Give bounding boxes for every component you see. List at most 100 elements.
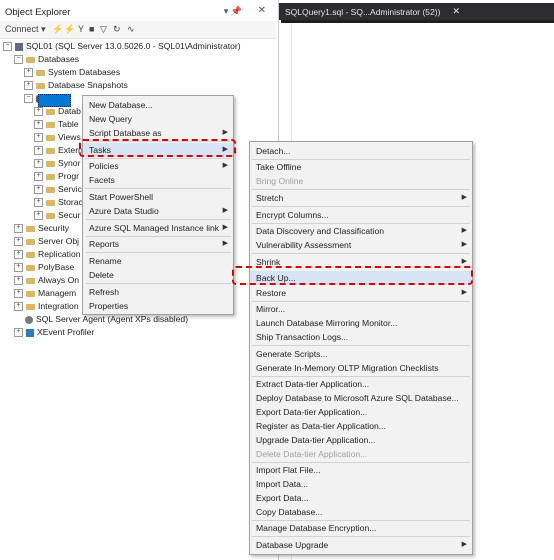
document-tabbar: SQLQuery1.sql - SQ...Administrator (52))… (279, 3, 554, 20)
expand-icon[interactable]: + (14, 276, 23, 286)
menu-item-detach[interactable]: Detach... (250, 144, 472, 158)
tab-sqlquery1[interactable]: SQLQuery1.sql - SQ...Administrator (52))… (281, 3, 463, 20)
menu-item-take-offline[interactable]: Take Offline (250, 160, 472, 174)
menu-separator (252, 536, 470, 537)
menu-separator (85, 252, 231, 253)
menu-item-register-data-tier[interactable]: Register as Data-tier Application... (250, 419, 472, 433)
tree-node-polybase[interactable]: + PolyBase (14, 261, 74, 274)
menu-item-launch-mirroring-monitor[interactable]: Launch Database Mirroring Monitor... (250, 316, 472, 330)
menu-item-rename[interactable]: Rename (83, 254, 233, 268)
tree-node-databases[interactable]: − Databases (14, 53, 79, 66)
expand-icon[interactable]: + (34, 172, 43, 182)
menu-item-new-query[interactable]: New Query (83, 112, 233, 126)
close-icon[interactable]: ✕ (258, 5, 266, 16)
filter-icon[interactable]: Y (78, 24, 84, 34)
menu-item-policies[interactable]: Policies ▶ (83, 159, 233, 173)
expand-icon[interactable]: + (34, 146, 43, 156)
menu-item-export-data[interactable]: Export Data... (250, 491, 472, 505)
menu-item-in-memory-oltp-checklists[interactable]: Generate In-Memory OLTP Migration Checkl… (250, 361, 472, 375)
tree-node-xevent[interactable]: + XEvent Profiler (14, 326, 94, 339)
disconnect-icon[interactable]: ⚡ (64, 24, 75, 35)
menu-item-new-database[interactable]: New Database... (83, 98, 233, 112)
menu-item-manage-encryption[interactable]: Manage Database Encryption... (250, 521, 472, 535)
tree-node-security[interactable]: + Security (14, 222, 69, 235)
tree-node-child[interactable]: + Storac (34, 196, 83, 209)
menu-item-deploy-to-azure[interactable]: Deploy Database to Microsoft Azure SQL D… (250, 391, 472, 405)
menu-item-refresh[interactable]: Refresh (83, 285, 233, 299)
tree-node-child[interactable]: + Secur (34, 209, 80, 222)
expand-icon[interactable]: + (14, 263, 23, 273)
tree-node-child[interactable]: + Datab (34, 105, 81, 118)
expand-icon[interactable]: + (34, 211, 43, 221)
menu-item-azure-data-studio[interactable]: Azure Data Studio ▶ (83, 204, 233, 218)
tree-node-child[interactable]: + Servic (34, 183, 82, 196)
expand-icon[interactable]: + (34, 120, 43, 130)
menu-item-delete[interactable]: Delete (83, 268, 233, 282)
tree-node-system-databases[interactable]: + System Databases (24, 66, 120, 79)
tab-close-icon[interactable]: ✕ (452, 6, 460, 17)
menu-item-extract-data-tier[interactable]: Extract Data-tier Application... (250, 377, 472, 391)
expand-icon[interactable]: + (14, 250, 23, 260)
menu-item-properties[interactable]: Properties (83, 299, 233, 313)
tree-node-server-objects[interactable]: + Server Obj (14, 235, 79, 248)
menu-separator (252, 189, 470, 190)
menu-item-database-upgrade[interactable]: Database Upgrade ▶ (250, 538, 472, 552)
expand-icon[interactable]: + (34, 107, 43, 117)
menu-item-generate-scripts[interactable]: Generate Scripts... (250, 347, 472, 361)
menu-item-reports[interactable]: Reports ▶ (83, 237, 233, 251)
stop-icon[interactable]: ■ (89, 24, 94, 34)
menu-item-import-flat-file[interactable]: Import Flat File... (250, 463, 472, 477)
submenu-arrow-icon: ▶ (222, 240, 228, 247)
expand-icon[interactable]: + (24, 68, 33, 78)
tree-node-child[interactable]: + Table (34, 118, 79, 131)
activity-icon[interactable]: ∿ (127, 24, 135, 35)
tree-node-integration[interactable]: + Integration (14, 300, 79, 313)
menu-item-data-discovery[interactable]: Data Discovery and Classification ▶ (250, 224, 472, 238)
collapse-icon[interactable]: − (24, 94, 33, 104)
folder-icon (36, 82, 45, 89)
menu-item-facets[interactable]: Facets (83, 173, 233, 187)
menu-item-start-powershell[interactable]: Start PowerShell (83, 190, 233, 204)
expand-icon[interactable]: + (14, 237, 23, 247)
menu-item-encrypt-columns[interactable]: Encrypt Columns... (250, 208, 472, 222)
expand-icon[interactable]: + (34, 198, 43, 208)
menu-item-upgrade-data-tier[interactable]: Upgrade Data-tier Application... (250, 433, 472, 447)
menu-item-ship-transaction-logs[interactable]: Ship Transaction Logs... (250, 330, 472, 344)
menu-item-restore[interactable]: Restore ▶ (250, 286, 472, 300)
tree-node-child[interactable]: + Synor (34, 157, 80, 170)
server-icon (15, 42, 23, 51)
tree-node-server[interactable]: − SQL01 (SQL Server 13.0.5026.0 - SQL01\A… (3, 40, 241, 53)
tree-node-child[interactable]: + Progr (34, 170, 79, 183)
tree-node-replication[interactable]: + Replication (14, 248, 81, 261)
collapse-icon[interactable]: − (14, 55, 23, 65)
expand-icon[interactable]: + (34, 133, 43, 143)
expand-icon[interactable]: + (14, 289, 23, 299)
menu-item-vulnerability-assessment[interactable]: Vulnerability Assessment ▶ (250, 238, 472, 252)
tree-node-always-on[interactable]: + Always On (14, 274, 79, 287)
expand-icon[interactable]: + (34, 159, 43, 169)
menu-item-mirror[interactable]: Mirror... (250, 302, 472, 316)
menu-separator (252, 253, 470, 254)
expand-icon[interactable]: + (24, 81, 33, 91)
expand-icon[interactable]: + (34, 185, 43, 195)
filter-funnel-icon[interactable]: ▽ (100, 24, 107, 35)
connect-icon[interactable]: ⚡ (52, 24, 63, 35)
tree-node-database-snapshots[interactable]: + Database Snapshots (24, 79, 128, 92)
collapse-icon[interactable]: − (3, 42, 12, 52)
menu-separator (85, 188, 231, 189)
pin-icon[interactable]: ▾ 📌 (224, 6, 242, 17)
menu-item-export-data-tier[interactable]: Export Data-tier Application... (250, 405, 472, 419)
menu-item-import-data[interactable]: Import Data... (250, 477, 472, 491)
refresh-icon[interactable]: ↻ (113, 24, 121, 35)
tree-node-child[interactable]: + Views (34, 131, 81, 144)
menu-item-stretch[interactable]: Stretch ▶ (250, 191, 472, 205)
connect-button[interactable]: Connect ▾ (5, 24, 46, 35)
expand-icon[interactable]: + (14, 328, 23, 338)
expand-icon[interactable]: + (14, 302, 23, 312)
tree-node-management[interactable]: + Managem (14, 287, 76, 300)
expand-icon[interactable]: + (14, 224, 23, 234)
menu-item-azure-sql-mi-link[interactable]: Azure SQL Managed Instance link ▶ (83, 221, 233, 235)
menu-item-script-database-as[interactable]: Script Database as ▶ (83, 126, 233, 140)
menu-item-copy-database[interactable]: Copy Database... (250, 505, 472, 519)
tree-node-child[interactable]: + Extern (34, 144, 83, 157)
